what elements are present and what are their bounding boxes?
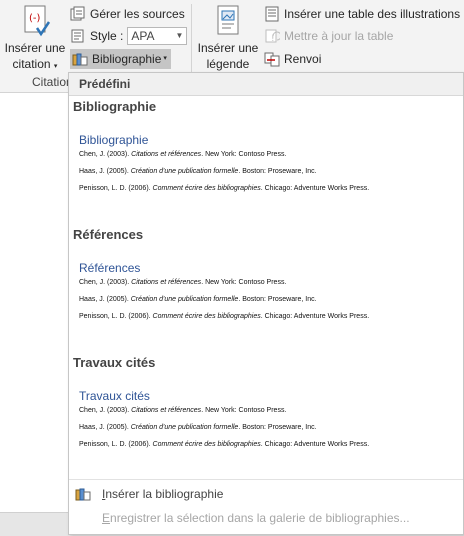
gallery-item-references[interactable]: Références Références Chen, J. (2003). C… — [69, 223, 463, 351]
bib-entry-publisher: . New York: Contoso Press. — [201, 407, 287, 414]
save-selection-text: nregistrer la sélection dans la galerie … — [110, 511, 410, 525]
bibliography-label: Bibliographie — [92, 52, 162, 66]
manage-sources-button[interactable]: Gérer les sources — [70, 4, 185, 24]
update-table-icon: ! — [265, 29, 280, 44]
style-select-value: APA — [131, 29, 155, 43]
insert-bibliography-menu-item[interactable]: Insérer la bibliographie — [69, 483, 463, 505]
bib-entry-text: Penisson, L. D. (2006). — [79, 441, 153, 448]
bib-entry-publisher: . Boston: Proseware, Inc. — [238, 168, 317, 175]
bib-entry-title: Création d'une publication formelle — [130, 424, 239, 431]
insert-caption-label-2: légende — [206, 57, 250, 71]
bib-heading: Références — [79, 261, 141, 275]
style-row: Style : APA ▼ — [70, 26, 188, 46]
bib-entry-publisher: . New York: Contoso Press. — [201, 279, 287, 286]
insert-table-of-figures-label: Insérer une table des illustrations — [284, 7, 461, 21]
bib-entry-title: Création d'une publication formelle — [130, 168, 239, 175]
bib-entry: Chen, J. (2003). Citations et références… — [79, 407, 286, 414]
bib-entry-publisher: . Boston: Proseware, Inc. — [238, 296, 317, 303]
save-selection-label: Enregistrer la sélection dans la galerie… — [102, 507, 410, 529]
update-table-label: Mettre à jour la table — [284, 29, 394, 43]
bib-entry: Haas, J. (2005). Création d'une publicat… — [79, 296, 317, 303]
bib-entry-text: Chen, J. (2003). — [79, 279, 132, 286]
insert-caption-label-1: Insérer une — [197, 41, 259, 55]
bib-entry-text: Penisson, L. D. (2006). — [79, 185, 153, 192]
gallery-item-title: Bibliographie — [73, 99, 157, 114]
style-select[interactable]: APA ▼ — [127, 27, 188, 45]
bib-entry: Haas, J. (2005). Création d'une publicat… — [79, 424, 317, 431]
insert-bibliography-text: nsérer la bibliographie — [105, 487, 224, 501]
bib-entry: Haas, J. (2005). Création d'une publicat… — [79, 168, 317, 175]
bib-entry-title: Comment écrire des bibliographies — [152, 185, 261, 192]
group-label-citations: Citation — [32, 75, 73, 89]
bib-entry: Penisson, L. D. (2006). Comment écrire d… — [79, 441, 369, 448]
bib-entry-text: Haas, J. (2005). — [79, 424, 131, 431]
bib-entry-text: Haas, J. (2005). — [79, 168, 131, 175]
bib-entry-title: Comment écrire des bibliographies — [152, 313, 261, 320]
chevron-down-icon: ▾ — [163, 55, 167, 62]
save-selection-accesskey: E — [102, 511, 111, 525]
bib-entry-publisher: . Chicago: Adventure Works Press. — [260, 185, 370, 192]
caption-icon — [217, 5, 239, 35]
bib-entry: Chen, J. (2003). Citations et références… — [79, 279, 286, 286]
svg-text:!: ! — [271, 34, 275, 44]
bib-entry-publisher: . Chicago: Adventure Works Press. — [260, 313, 370, 320]
gallery-header: Prédéfini — [69, 73, 463, 96]
bib-entry-text: Haas, J. (2005). — [79, 296, 131, 303]
bibliography-button[interactable]: Bibliographie ▾ — [70, 49, 171, 69]
gallery-item-bibliographie[interactable]: Bibliographie Bibliographie Chen, J. (20… — [69, 95, 463, 223]
bib-entry-text: Chen, J. (2003). — [79, 151, 132, 158]
citation-icon: (-) — [24, 5, 51, 37]
save-selection-menu-item[interactable]: Enregistrer la sélection dans la galerie… — [69, 507, 463, 529]
insert-caption-button[interactable]: Insérer une légende — [196, 4, 260, 72]
bib-entry-text: Chen, J. (2003). — [79, 407, 132, 414]
bib-entry: Penisson, L. D. (2006). Comment écrire d… — [79, 313, 369, 320]
insert-citation-label-1: Insérer une — [4, 41, 66, 55]
bibliography-icon — [72, 53, 88, 66]
gallery-item-title: Références — [73, 227, 144, 242]
bib-entry-publisher: . Boston: Proseware, Inc. — [238, 424, 317, 431]
chevron-down-icon: ▾ — [53, 63, 58, 70]
bib-entry: Penisson, L. D. (2006). Comment écrire d… — [79, 185, 369, 192]
svg-text:(-): (-) — [29, 13, 41, 24]
table-of-figures-icon — [265, 6, 279, 22]
cross-reference-icon — [264, 52, 280, 67]
bib-entry-publisher: . Chicago: Adventure Works Press. — [260, 441, 370, 448]
insert-bibliography-label: Insérer la bibliographie — [102, 483, 223, 505]
bib-heading: Bibliographie — [79, 133, 149, 147]
insert-citation-label-row: citation ▾ — [4, 56, 66, 75]
bib-entry: Chen, J. (2003). Citations et références… — [79, 151, 286, 158]
manage-sources-icon — [70, 6, 85, 21]
chevron-down-icon: ▼ — [175, 31, 184, 40]
cross-reference-label: Renvoi — [284, 52, 322, 66]
gallery-item-title: Travaux cités — [73, 355, 156, 370]
manage-sources-label: Gérer les sources — [90, 7, 185, 21]
gallery-item-travaux-cites[interactable]: Travaux cités Travaux cités Chen, J. (20… — [69, 351, 463, 479]
insert-table-of-figures-button[interactable]: Insérer une table des illustrations — [264, 4, 460, 24]
bibliography-icon — [75, 488, 91, 501]
bib-entry-publisher: . New York: Contoso Press. — [201, 151, 287, 158]
bib-entry-title: Création d'une publication formelle — [130, 296, 239, 303]
bib-entry-title: Citations et références — [131, 279, 202, 286]
bibliography-gallery: Prédéfini Bibliographie Bibliographie Ch… — [68, 72, 464, 535]
cross-reference-button[interactable]: Renvoi — [264, 49, 321, 69]
style-label: Style : — [90, 29, 124, 43]
bib-entry-title: Citations et références — [131, 151, 202, 158]
bib-entry-text: Penisson, L. D. (2006). — [79, 313, 153, 320]
bib-entry-title: Comment écrire des bibliographies — [152, 441, 261, 448]
gallery-separator — [69, 479, 463, 480]
update-table-button[interactable]: ! Mettre à jour la table — [264, 26, 393, 46]
bib-heading: Travaux cités — [79, 389, 150, 403]
style-icon — [71, 29, 84, 43]
insert-citation-button[interactable]: (-) Insérer une citation ▾ — [4, 4, 66, 75]
insert-citation-label-2: citation — [12, 57, 51, 71]
bib-entry-title: Citations et références — [131, 407, 202, 414]
